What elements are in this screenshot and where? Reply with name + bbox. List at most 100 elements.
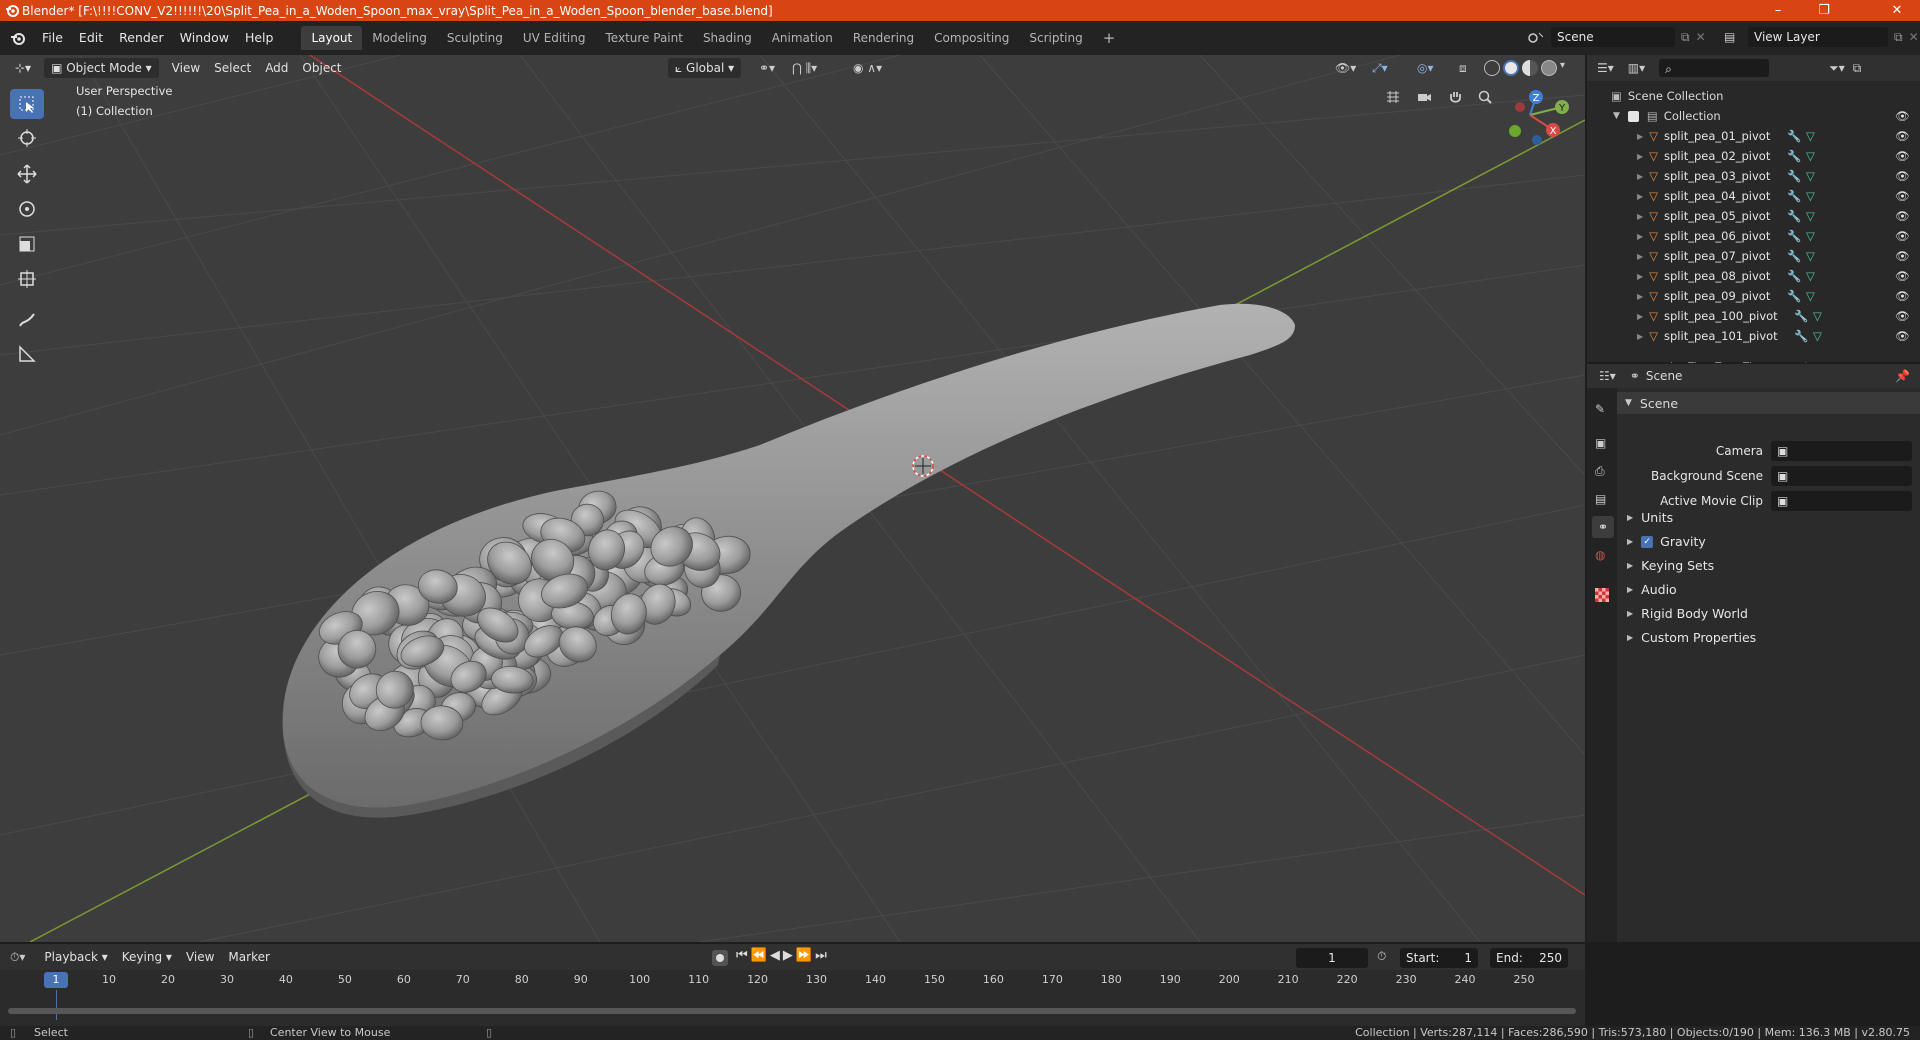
filter-icon[interactable]: ⏷▾: [1829, 61, 1845, 76]
modifier-icon[interactable]: 🔧: [1787, 289, 1801, 303]
transform-tool[interactable]: [10, 264, 44, 294]
camera-view-icon[interactable]: [1411, 84, 1437, 110]
viewport-menu-add[interactable]: Add: [258, 58, 295, 78]
tab-sculpting[interactable]: Sculpting: [437, 26, 513, 50]
outliner-editor-icon[interactable]: ☰▾: [1597, 61, 1614, 75]
modifier-icon[interactable]: 🔧: [1787, 249, 1801, 263]
mesh-data-icon[interactable]: ▽: [1813, 329, 1822, 343]
snap-icon[interactable]: ⋂ ⫼▾: [785, 58, 824, 78]
scene-browse-icon[interactable]: [1527, 29, 1547, 45]
expand-arrow-icon[interactable]: ▶: [1637, 152, 1643, 161]
render-tab-icon[interactable]: ▣: [1595, 436, 1606, 450]
mesh-data-icon[interactable]: ▽: [1806, 169, 1815, 183]
viewport-menu-select[interactable]: Select: [207, 58, 258, 78]
gizmo-toggle-icon[interactable]: ⤢▾: [1365, 58, 1395, 78]
visibility-eye-icon[interactable]: 👁: [1895, 169, 1910, 183]
visibility-eye-icon[interactable]: 👁: [1895, 229, 1910, 243]
new-scene-icon[interactable]: ⧉: [1681, 30, 1690, 45]
subpanel-header[interactable]: ▶ Rigid Body World: [1627, 606, 1748, 621]
outliner-item[interactable]: ▶ ▽ split_pea_05_pivot 🔧 ▽ 👁: [1587, 206, 1920, 226]
subpanel-header[interactable]: ▶ Units: [1627, 510, 1673, 525]
visibility-eye-icon[interactable]: 👁: [1895, 149, 1910, 163]
mode-dropdown[interactable]: ▣ Object Mode ▾: [44, 58, 159, 78]
timeline-view-menu[interactable]: View: [179, 947, 221, 967]
record-button[interactable]: [712, 950, 728, 966]
current-frame-field[interactable]: 1: [1296, 948, 1368, 968]
shading-options-icon[interactable]: ▾: [1560, 60, 1565, 76]
rotate-tool[interactable]: [10, 194, 44, 224]
outliner-item[interactable]: ▶ ▽ split_pea_101_pivot 🔧 ▽ 👁: [1587, 326, 1920, 346]
viewport-menu-object[interactable]: Object: [295, 58, 348, 78]
mesh-data-icon[interactable]: ▽: [1813, 309, 1822, 323]
visibility-eye-icon[interactable]: 👁: [1895, 209, 1910, 223]
expand-arrow-icon[interactable]: ▶: [1637, 272, 1643, 281]
outliner-item[interactable]: ▶ ▽ split_pea_08_pivot 🔧 ▽ 👁: [1587, 266, 1920, 286]
preview-range-icon[interactable]: ⏱: [1377, 949, 1386, 964]
outliner-item[interactable]: ▶ ▽ split_pea_02_pivot 🔧 ▽ 👁: [1587, 146, 1920, 166]
tab-shading[interactable]: Shading: [693, 26, 762, 50]
visibility-eye-icon[interactable]: 👁: [1895, 249, 1910, 263]
properties-editor-icon[interactable]: ☷▾: [1599, 369, 1616, 383]
outliner-item[interactable]: ▶ ▽ split_pea_06_pivot 🔧 ▽ 👁: [1587, 226, 1920, 246]
modifier-icon[interactable]: 🔧: [1787, 169, 1801, 183]
end-frame-field[interactable]: End: 250: [1490, 948, 1568, 968]
view-layer-icon[interactable]: ▤: [1724, 30, 1744, 44]
mesh-data-icon[interactable]: ▽: [1806, 229, 1815, 243]
3d-viewport[interactable]: ⊹▾ ▣ Object Mode ▾ View Select Add Objec…: [0, 55, 1585, 942]
tab-texture-paint[interactable]: Texture Paint: [596, 26, 693, 50]
close-button[interactable]: ✕: [1874, 0, 1920, 21]
visibility-eye-icon[interactable]: 👁: [1895, 309, 1910, 323]
mesh-data-icon[interactable]: ▽: [1806, 249, 1815, 263]
navigation-gizmo[interactable]: Z Y X: [1490, 85, 1570, 165]
outliner-scene-collection[interactable]: ▣ Scene Collection: [1587, 86, 1920, 106]
add-workspace-button[interactable]: +: [1093, 26, 1126, 50]
tool-tab-icon[interactable]: ✎: [1595, 402, 1605, 416]
zoom-icon[interactable]: [1472, 84, 1498, 110]
tab-compositing[interactable]: Compositing: [924, 26, 1019, 50]
new-collection-icon[interactable]: ⧉: [1853, 61, 1862, 76]
mesh-data-icon[interactable]: ▽: [1806, 189, 1815, 203]
field-input[interactable]: ▣: [1771, 491, 1912, 511]
outliner-search-input[interactable]: ⌕: [1659, 59, 1770, 77]
new-view-layer-icon[interactable]: ⧉: [1894, 30, 1903, 45]
mesh-data-icon[interactable]: ▽: [1806, 209, 1815, 223]
pivot-point-icon[interactable]: ⚭▾: [752, 58, 782, 78]
scene-field[interactable]: Scene: [1551, 27, 1675, 47]
expand-arrow-icon[interactable]: ▶: [1637, 172, 1643, 181]
menu-file[interactable]: File: [34, 27, 71, 49]
collapse-arrow-icon[interactable]: ▼: [1613, 111, 1620, 121]
proportional-edit-icon[interactable]: ◉ ∧▾: [846, 58, 889, 78]
subpanel-header[interactable]: ▶ Keying Sets: [1627, 558, 1714, 573]
overlay-toggle-icon[interactable]: ◎▾: [1410, 58, 1441, 78]
expand-arrow-icon[interactable]: ▶: [1637, 232, 1643, 241]
blender-menu-icon[interactable]: [10, 30, 26, 46]
tab-animation[interactable]: Animation: [762, 26, 843, 50]
field-input[interactable]: ▣: [1771, 466, 1912, 486]
outliner-item[interactable]: ▶ ▽ split_pea_01_pivot 🔧 ▽ 👁: [1587, 126, 1920, 146]
frame-ruler[interactable]: 1 10 20 30 40 50 60 70 80 90 100 110 120 130 140 150 160…: [0, 970, 1585, 990]
menu-help[interactable]: Help: [237, 27, 282, 49]
gravity-checkbox[interactable]: ✓: [1641, 535, 1654, 548]
playback-menu[interactable]: Playback ▾: [37, 947, 114, 967]
transform-orientation-dropdown[interactable]: ⟀ Global ▾: [668, 58, 742, 78]
modifier-icon[interactable]: 🔧: [1787, 209, 1801, 223]
expand-arrow-icon[interactable]: ▶: [1637, 192, 1643, 201]
xray-toggle-icon[interactable]: ⧈: [1452, 58, 1474, 78]
subpanel-header[interactable]: ▶ Audio: [1627, 582, 1677, 597]
timeline-editor-icon[interactable]: ⏱▾: [10, 950, 25, 965]
marker-menu[interactable]: Marker: [221, 947, 276, 967]
modifier-icon[interactable]: 🔧: [1794, 309, 1808, 323]
maximize-button[interactable]: ❐: [1801, 0, 1847, 21]
modifier-icon[interactable]: 🔧: [1787, 189, 1801, 203]
solid-shading-icon[interactable]: [1503, 60, 1519, 76]
modifier-icon[interactable]: 🔧: [1787, 149, 1801, 163]
outliner-item[interactable]: ▶ ▽ split_pea_04_pivot 🔧 ▽ 👁: [1587, 186, 1920, 206]
expand-arrow-icon[interactable]: ▶: [1637, 252, 1643, 261]
visibility-icon[interactable]: 👁▾: [1328, 58, 1363, 78]
mesh-data-icon[interactable]: ▽: [1806, 149, 1815, 163]
menu-window[interactable]: Window: [172, 27, 237, 49]
outliner-collection[interactable]: ▼ ▤ Collection 👁: [1587, 106, 1920, 126]
expand-arrow-icon[interactable]: ▶: [1637, 132, 1643, 141]
collection-checkbox[interactable]: [1627, 110, 1639, 122]
editor-type-icon[interactable]: ⊹▾: [8, 58, 38, 78]
